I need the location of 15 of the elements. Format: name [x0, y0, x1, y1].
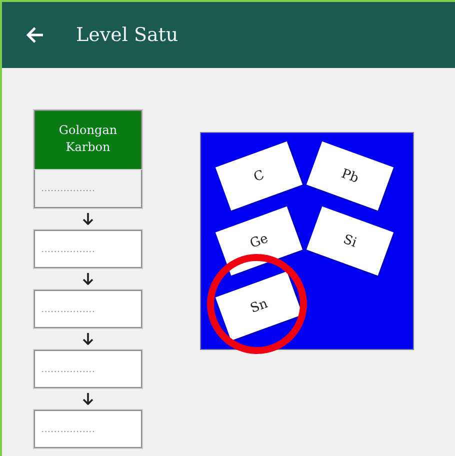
element-card[interactable]: Pb [306, 140, 394, 210]
screen-title: Level Satu [76, 24, 178, 46]
answer-field[interactable]: ................. [34, 230, 142, 268]
element-card[interactable]: C [214, 140, 302, 210]
down-arrow-icon [82, 272, 94, 286]
answer-field[interactable]: ................. [34, 170, 142, 208]
element-card[interactable]: Si [306, 206, 394, 276]
answer-field[interactable]: ................. [34, 350, 142, 388]
answer-field[interactable]: ................. [34, 290, 142, 328]
category-header: Golongan Karbon [34, 110, 142, 170]
answer-field[interactable]: ................. [34, 410, 142, 448]
down-arrow-icon [82, 332, 94, 346]
down-arrow-icon [82, 212, 94, 226]
down-arrow-icon [82, 392, 94, 406]
element-card[interactable]: Ge [214, 206, 302, 276]
